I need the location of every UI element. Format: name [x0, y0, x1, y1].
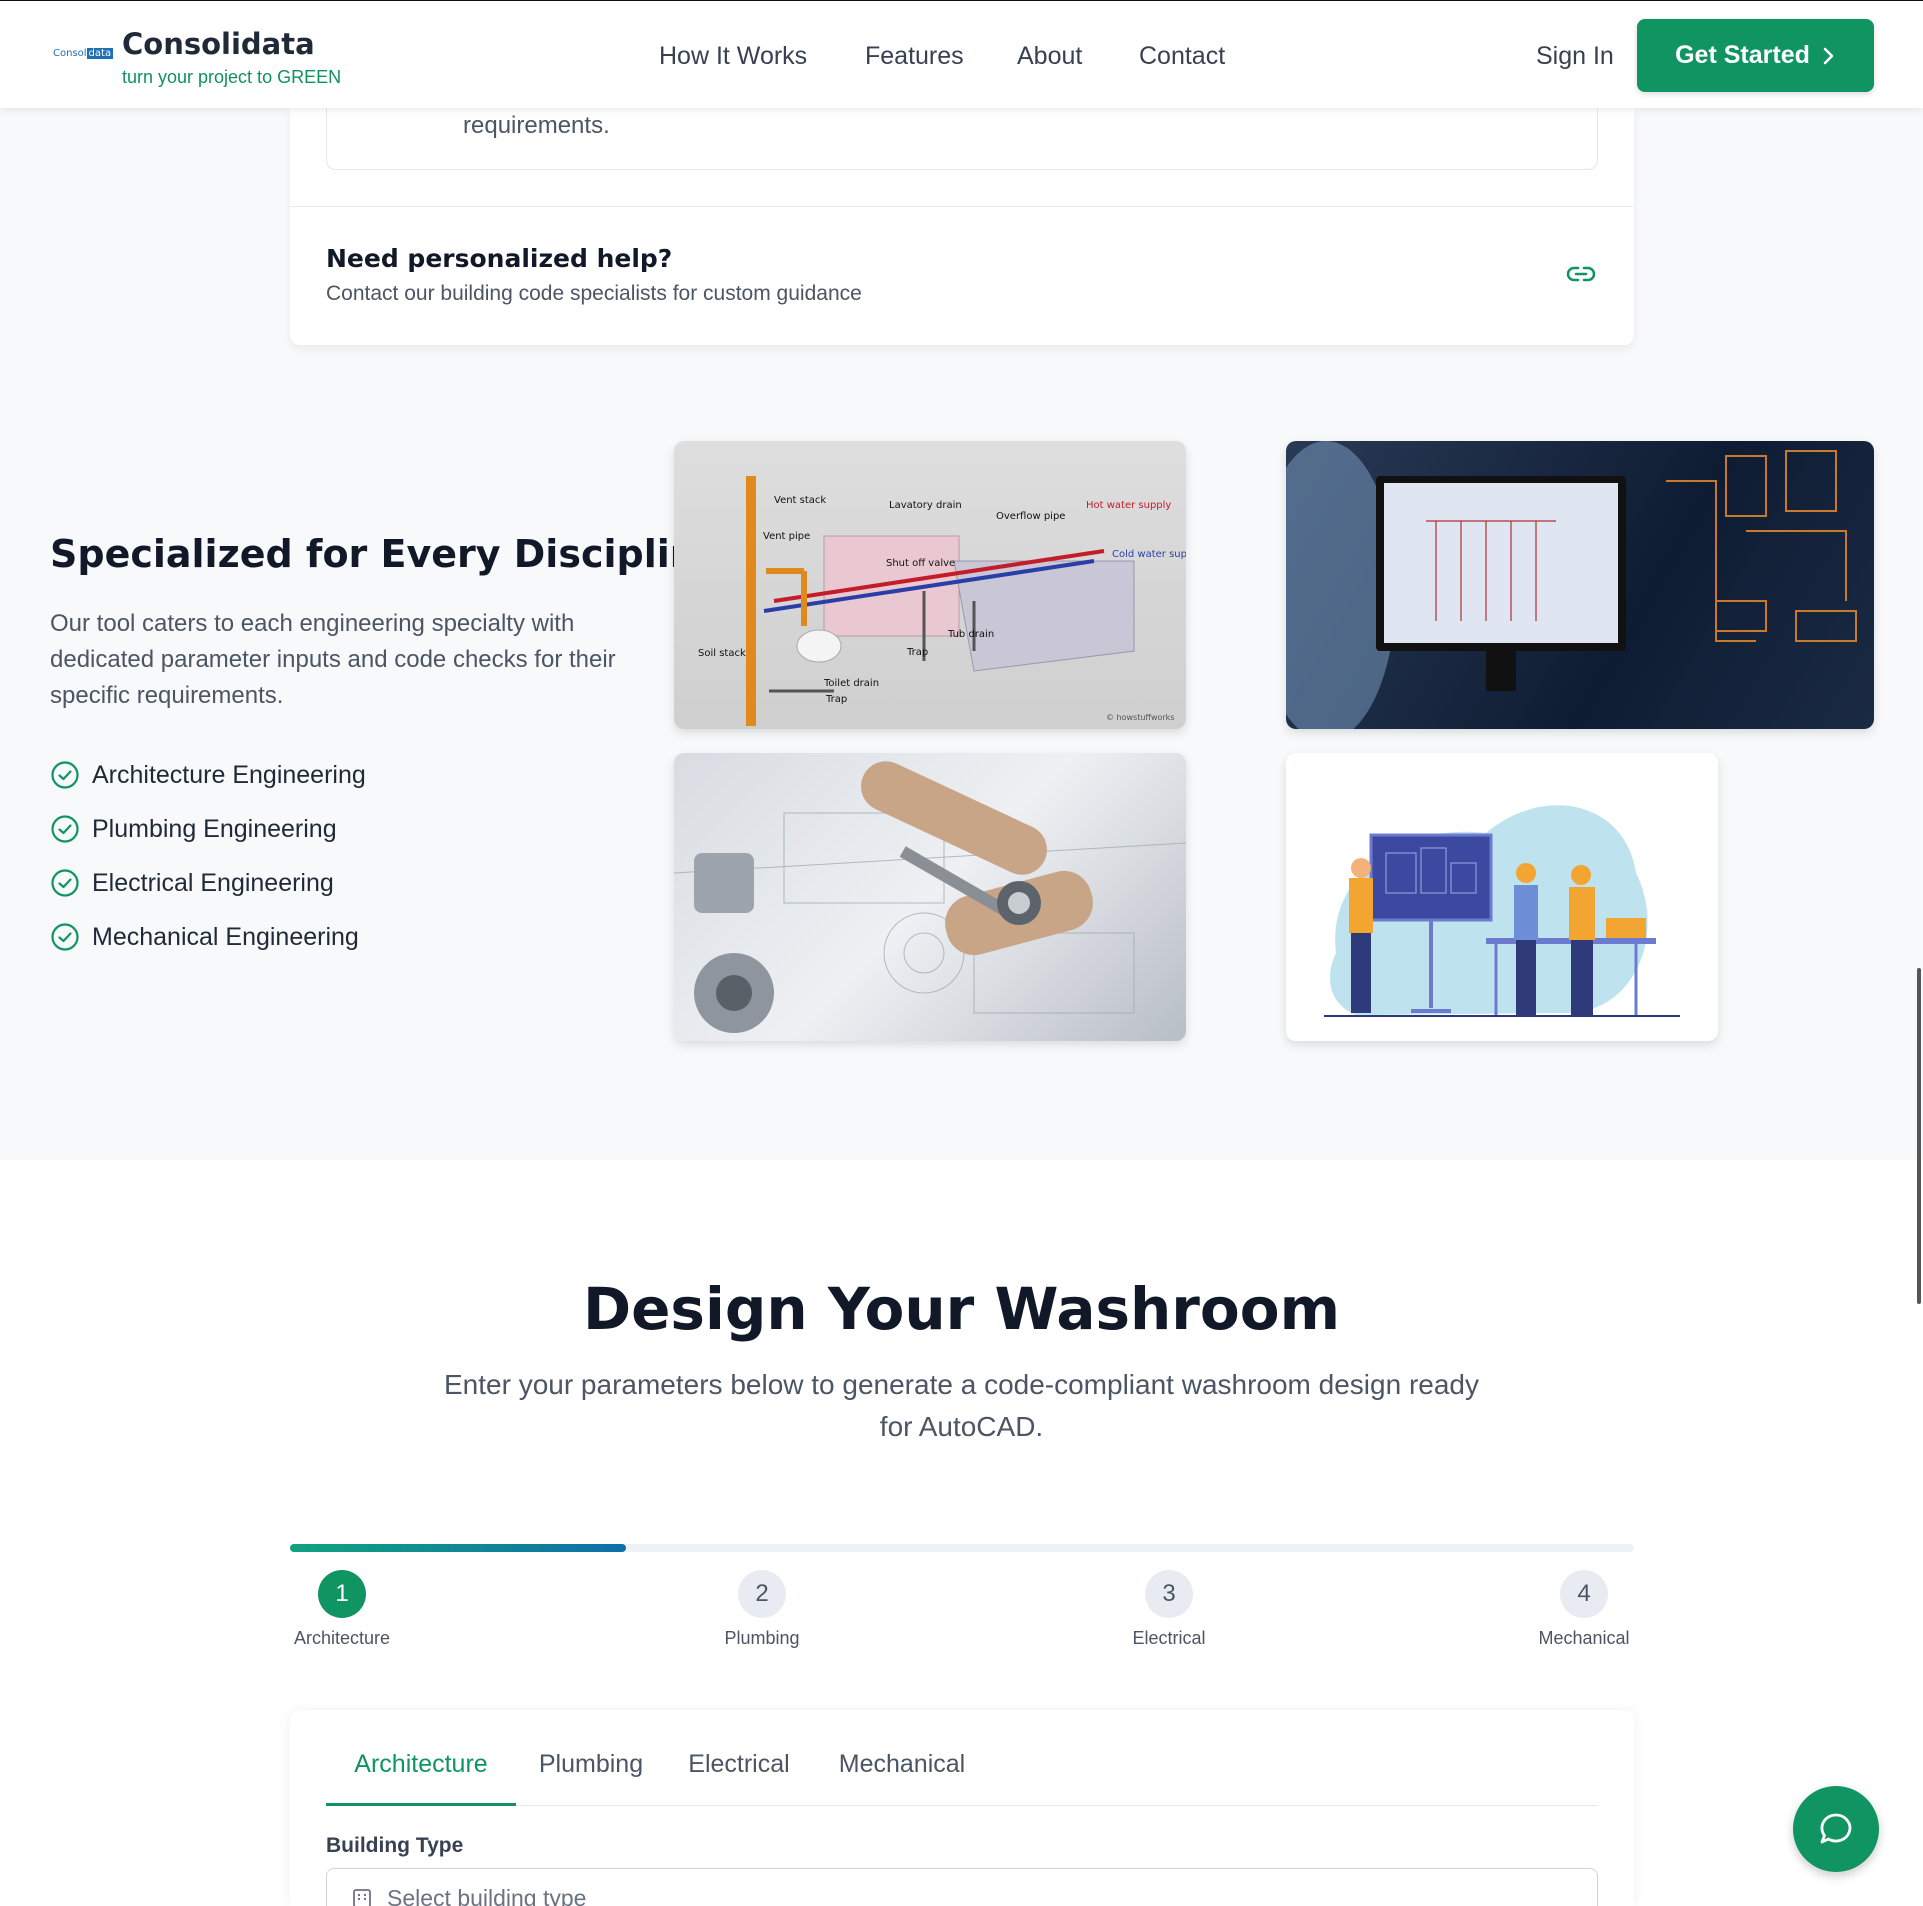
diagram-label: Vent stack — [774, 495, 826, 506]
nav-about[interactable]: About — [1017, 42, 1082, 71]
list-item: Mechanical Engineering — [50, 910, 366, 964]
get-started-button[interactable]: Get Started — [1637, 19, 1874, 92]
diagram-credit: © howstuffworks — [1106, 713, 1174, 722]
check-circle-icon — [51, 815, 79, 843]
diagram-label: Tub drain — [947, 629, 994, 640]
discipline-tabs: Architecture Plumbing Electrical Mechani… — [326, 1746, 1598, 1806]
discipline-label: Mechanical Engineering — [92, 922, 359, 951]
step-label: Architecture — [293, 1628, 391, 1648]
diagram-label: Soil stack — [698, 648, 746, 659]
diagram-label: Hot water supply — [1086, 500, 1171, 511]
help-card: requirements. Need personalized help? Co… — [290, 108, 1634, 345]
page-scrollbar[interactable] — [1917, 968, 1921, 1304]
nav-how-it-works[interactable]: How It Works — [659, 42, 807, 71]
brand-name[interactable]: Consolidata — [122, 27, 315, 61]
step-number: 3 — [1145, 1570, 1193, 1618]
disciplines-description: Our tool caters to each engineering spec… — [50, 610, 616, 709]
diagram-label: Trap — [825, 694, 847, 705]
chevron-right-icon — [1823, 47, 1834, 64]
step-label: Mechanical — [1538, 1628, 1630, 1648]
electrical-engineer-image — [1286, 441, 1874, 729]
design-section-subtitle: Enter your parameters below to generate … — [443, 1369, 1479, 1442]
chat-button[interactable] — [1793, 1786, 1879, 1872]
faq-item-tail: requirements. — [326, 108, 1598, 170]
list-item: Plumbing Engineering — [50, 802, 366, 856]
nav-features[interactable]: Features — [865, 42, 964, 71]
building-icon — [353, 1889, 371, 1906]
diagram-label: Shut off valve — [886, 558, 955, 569]
calipers-illustration — [674, 761, 1186, 1033]
check-circle-icon — [51, 761, 79, 789]
help-subtitle: Contact our building code specialists fo… — [326, 282, 862, 305]
help-title: Need personalized help? — [326, 244, 673, 273]
mechanical-drawing-image — [674, 753, 1186, 1041]
progress-bar-fill — [290, 1544, 626, 1552]
step-number: 1 — [318, 1570, 366, 1618]
step-number: 2 — [738, 1570, 786, 1618]
step-electrical[interactable]: 3 Electrical — [1124, 1570, 1214, 1649]
diagram-label: Toilet drain — [823, 678, 879, 689]
step-label: Plumbing — [724, 1628, 800, 1648]
diagram-label: Lavatory drain — [889, 500, 962, 511]
divider — [290, 206, 1634, 207]
step-number: 4 — [1560, 1570, 1608, 1618]
step-architecture[interactable]: 1 Architecture — [290, 1570, 394, 1649]
sign-in-link[interactable]: Sign In — [1536, 42, 1614, 71]
tab-electrical[interactable]: Electrical — [684, 1746, 794, 1806]
diagram-label: Vent pipe — [763, 531, 810, 542]
faq-answer-text: requirements. — [463, 112, 610, 139]
tab-plumbing[interactable]: Plumbing — [536, 1746, 646, 1806]
design-section-title: Design Your Washroom — [582, 1275, 1341, 1343]
progress-bar — [290, 1544, 1634, 1552]
get-started-label: Get Started — [1675, 41, 1810, 69]
step-label: Electrical — [1132, 1628, 1206, 1648]
check-circle-icon — [51, 869, 79, 897]
top-navbar: Consol data Consolidata turn your project… — [0, 0, 1923, 108]
discipline-label: Architecture Engineering — [92, 760, 366, 789]
diagram-label: Overflow pipe — [996, 511, 1065, 522]
logo[interactable]: Consol data — [53, 48, 114, 59]
team-illustration-image — [1286, 753, 1718, 1041]
building-type-placeholder: Select building type — [387, 1884, 587, 1906]
building-type-select[interactable]: Select building type — [326, 1868, 1598, 1906]
team-whiteboard-illustration — [1324, 805, 1680, 1017]
discipline-label: Electrical Engineering — [92, 868, 334, 897]
discipline-list: Architecture Engineering Plumbing Engine… — [50, 748, 366, 964]
plumbing-diagram-image: Vent stack Vent pipe Lavatory drain Over… — [674, 441, 1186, 729]
tab-mechanical[interactable]: Mechanical — [832, 1746, 972, 1806]
step-mechanical[interactable]: 4 Mechanical — [1534, 1570, 1634, 1649]
link-icon[interactable] — [1566, 262, 1596, 286]
check-circle-icon — [51, 923, 79, 951]
diagram-label: Cold water supply — [1112, 549, 1186, 560]
nav-contact[interactable]: Contact — [1139, 42, 1225, 71]
tab-architecture[interactable]: Architecture — [326, 1746, 516, 1806]
list-item: Architecture Engineering — [50, 748, 366, 802]
chat-bubble-icon — [1820, 1813, 1852, 1844]
step-plumbing[interactable]: 2 Plumbing — [714, 1570, 810, 1649]
building-type-label: Building Type — [326, 1834, 464, 1857]
discipline-label: Plumbing Engineering — [92, 814, 337, 843]
brand-tagline: turn your project to GREEN — [122, 67, 342, 87]
disciplines-title: Specialized for Every Discipline — [50, 532, 723, 576]
plumbing-diagram-illustration: Vent stack Vent pipe Lavatory drain Over… — [698, 476, 1186, 726]
list-item: Electrical Engineering — [50, 856, 366, 910]
engineer-monitor-illustration — [1286, 441, 1857, 729]
design-form-card: Architecture Plumbing Electrical Mechani… — [290, 1710, 1634, 1906]
diagram-label: Trap — [906, 647, 928, 658]
